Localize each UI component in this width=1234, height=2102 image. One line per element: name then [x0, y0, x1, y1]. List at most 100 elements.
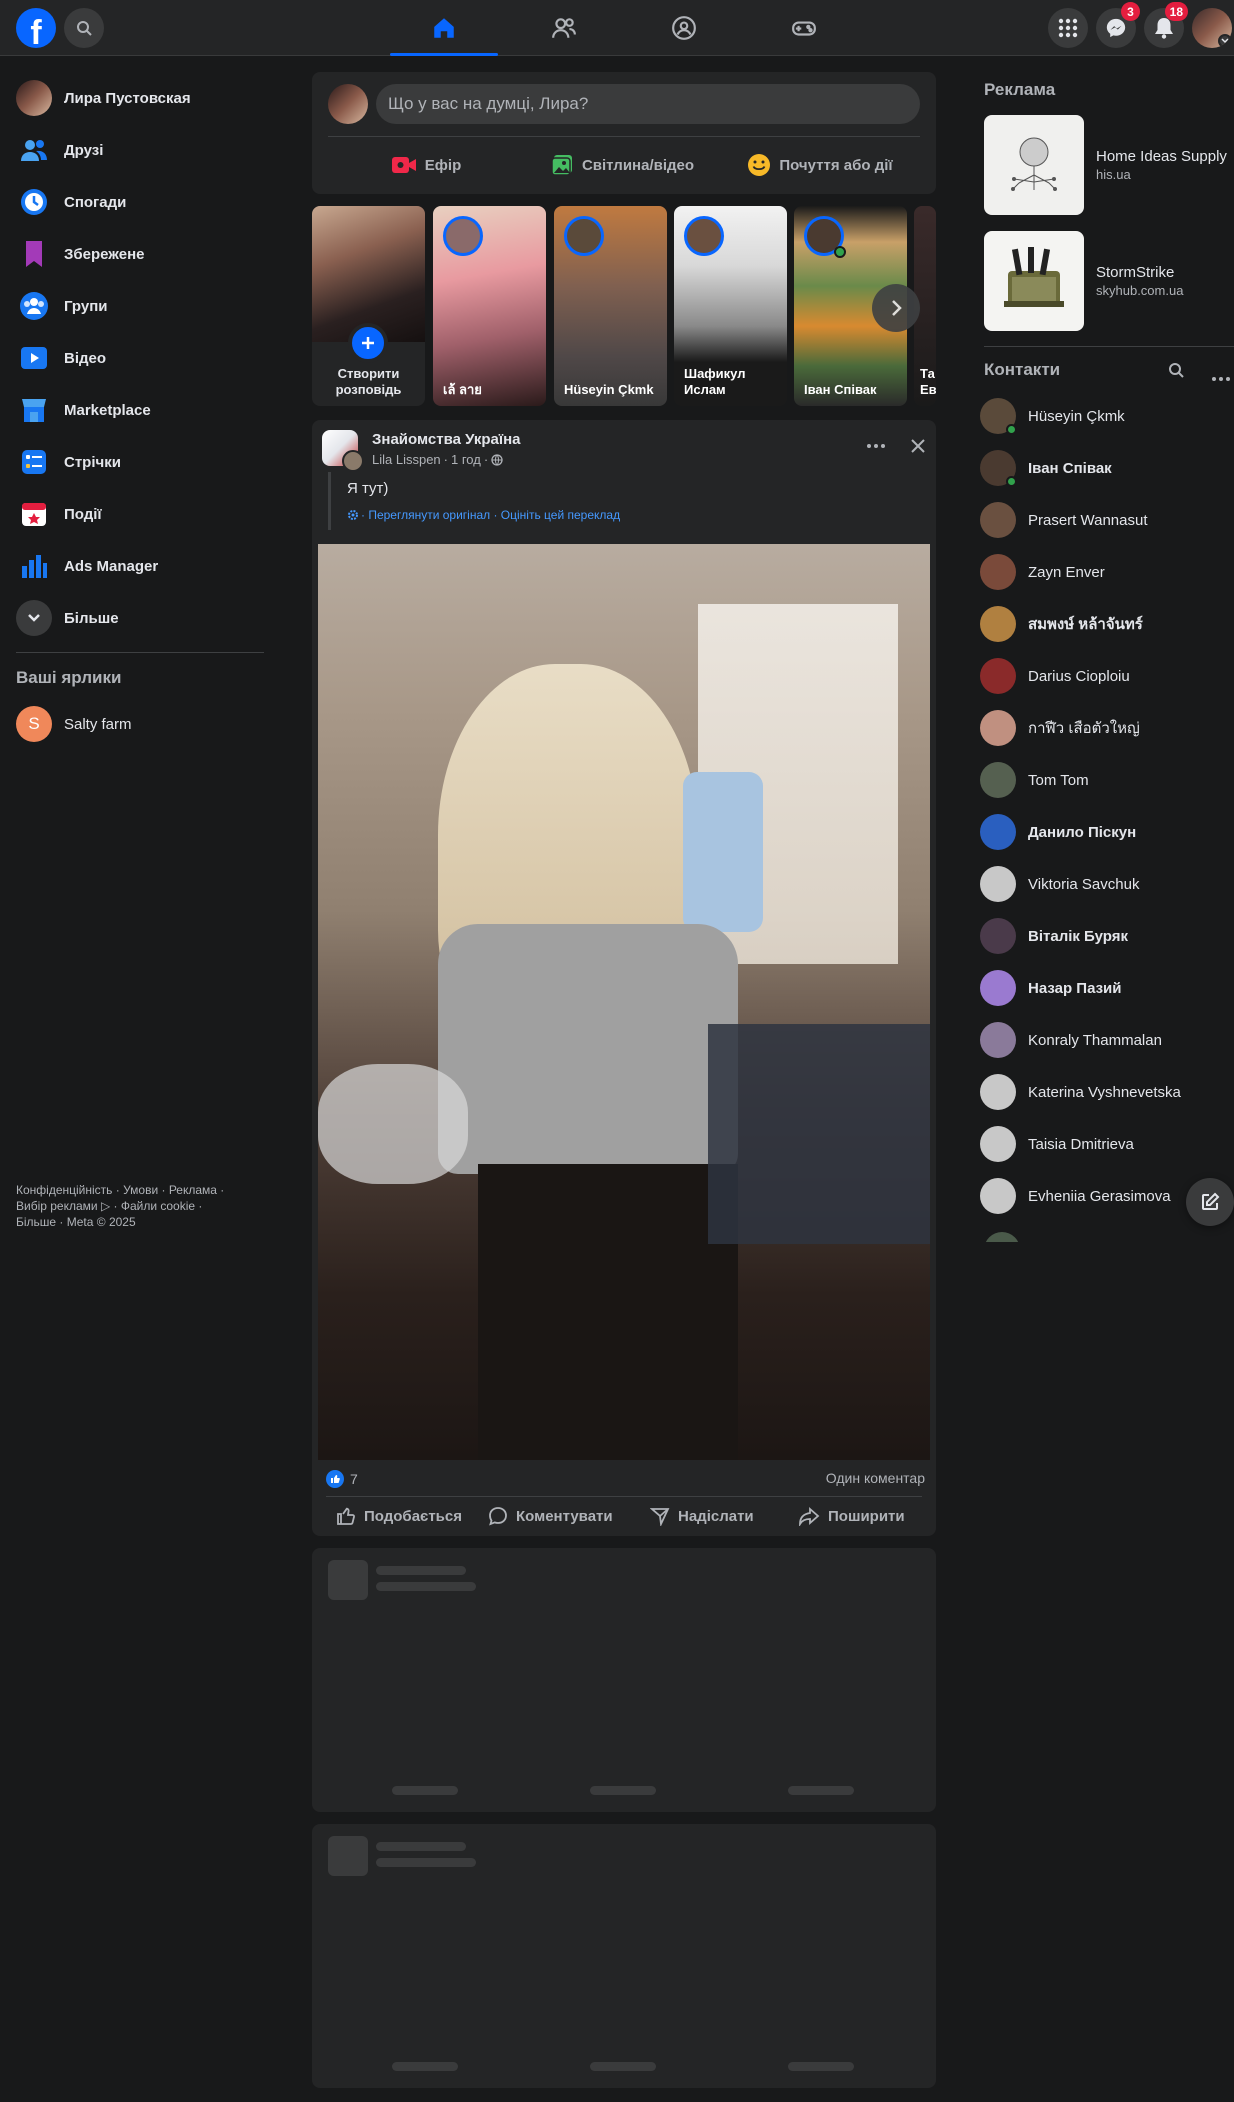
marketplace-icon	[22, 399, 46, 422]
contact-item[interactable]: Katerina Vyshnevetska	[980, 1066, 1234, 1118]
post-options-button[interactable]	[858, 428, 894, 464]
composer-input[interactable]: Що у вас на думці, Лира?	[376, 84, 920, 124]
photo-video-button[interactable]: Світлина/відео	[524, 145, 720, 185]
search-button[interactable]	[64, 8, 104, 48]
skeleton-line	[376, 1858, 476, 1867]
story-card[interactable]: Шафикул Ислам	[674, 206, 787, 406]
sidebar-profile[interactable]: Лира Пустовская	[8, 72, 270, 124]
create-story-card[interactable]: Створити розповідь	[312, 206, 425, 406]
online-indicator	[1006, 476, 1017, 487]
ad-item[interactable]: StormStrike skyhub.com.ua	[984, 230, 1234, 332]
contact-avatar	[980, 606, 1016, 642]
contact-item[interactable]: Іван Співак	[980, 442, 1234, 494]
contact-item[interactable]: Данило Піскун	[980, 806, 1234, 858]
contact-item[interactable]: Viktoria Savchuk	[980, 858, 1234, 910]
tab-home[interactable]	[390, 4, 498, 56]
footer-line[interactable]: Вибір реклами ▷ · Файли cookie ·	[16, 1198, 224, 1214]
menu-button[interactable]	[1048, 8, 1088, 48]
post-photo[interactable]	[318, 544, 930, 1460]
post-group-name[interactable]: Знайомства Україна	[372, 431, 521, 448]
footer-links[interactable]: Конфіденційність · Умови · Реклама · Виб…	[16, 1182, 224, 1230]
author-avatar[interactable]	[342, 450, 364, 472]
sidebar-item-marketplace[interactable]: Marketplace	[8, 384, 270, 436]
story-name: Hüseyin Çkmk	[564, 382, 654, 397]
live-video-button[interactable]: Ефір	[328, 145, 524, 185]
messenger-button[interactable]: 3	[1096, 2, 1140, 48]
contact-item[interactable]: Назар Пазий	[980, 962, 1234, 1014]
chevron-right-icon	[892, 300, 902, 316]
story-card[interactable]: เล้ ลาย	[433, 206, 546, 406]
ad-item[interactable]: Home Ideas Supply his.ua	[984, 114, 1234, 216]
gamepad-icon	[792, 21, 816, 36]
search-icon	[1169, 363, 1184, 378]
contact-avatar	[980, 1178, 1016, 1214]
translation-links[interactable]: · Переглянути оригінал · Оцініть цей пер…	[347, 508, 620, 522]
create-story-photo	[312, 206, 425, 342]
contact-item[interactable]: Віталік Буряк	[980, 910, 1234, 962]
contact-item[interactable]: สมพงษ์ หล้าจันทร์	[980, 598, 1234, 650]
contact-name: Evheniia Gerasimova	[1028, 1187, 1171, 1205]
sponsored-title: Реклама	[984, 80, 1056, 99]
reactions-summary[interactable]: 7	[326, 1470, 358, 1488]
new-message-button[interactable]	[1186, 1178, 1234, 1226]
share-button[interactable]: Поширити	[798, 1498, 905, 1534]
sidebar-item-more[interactable]: Більше	[8, 592, 270, 644]
comments-count[interactable]: Один коментар	[826, 1470, 925, 1486]
photo-pants	[478, 1164, 738, 1460]
profile-avatar	[16, 80, 52, 116]
sidebar-item-events[interactable]: Події	[8, 488, 270, 540]
comment-label: Коментувати	[516, 1507, 613, 1525]
contact-item[interactable]: Taisia Dmitrieva	[980, 1118, 1234, 1170]
notifications-badge: 18	[1164, 2, 1188, 21]
contact-name: Віталік Буряк	[1028, 927, 1129, 945]
story-card[interactable]: Hüseyin Çkmk	[554, 206, 667, 406]
post-author[interactable]: Lila Lisspen	[372, 452, 441, 467]
contact-item[interactable]: Konraly Thammalan	[980, 1014, 1234, 1066]
shortcuts-title: Ваші ярлики	[16, 668, 122, 687]
sidebar-item-video[interactable]: Відео	[8, 332, 270, 384]
composer-avatar	[328, 84, 368, 124]
tab-groups[interactable]	[630, 4, 738, 52]
footer-line[interactable]: Конфіденційність · Умови · Реклама ·	[16, 1182, 224, 1198]
facebook-logo[interactable]: f	[16, 8, 56, 48]
sidebar-item-friends[interactable]: Друзі	[8, 124, 270, 176]
contact-name: Taisia Dmitrieva	[1028, 1135, 1134, 1153]
comment-button[interactable]: Коментувати	[488, 1498, 613, 1534]
contact-item[interactable]: Zayn Enver	[980, 546, 1234, 598]
shortcut-salty-farm[interactable]: S Salty farm	[8, 698, 270, 750]
contact-item[interactable]: Darius Cioploiu	[980, 650, 1234, 702]
online-indicator	[1006, 424, 1017, 435]
post-time[interactable]: 1 год	[451, 452, 481, 467]
sidebar-item-ads-manager[interactable]: Ads Manager	[8, 540, 270, 592]
sidebar-item-saved[interactable]: Збережене	[8, 228, 270, 280]
contacts-options-button[interactable]	[1212, 368, 1230, 386]
footer-line[interactable]: Більше · Meta © 2025	[16, 1214, 224, 1230]
grid-menu-icon	[1058, 18, 1078, 38]
tab-gaming[interactable]	[750, 4, 858, 52]
contact-item[interactable]: กาฬีว เสือตัวใหญ่	[980, 702, 1234, 754]
search-contacts-button[interactable]	[1168, 362, 1184, 383]
sidebar-item-memories[interactable]: Спогади	[8, 176, 270, 228]
contact-avatar	[980, 658, 1016, 694]
story-avatar	[564, 216, 604, 256]
loading-post-placeholder	[312, 1548, 936, 1812]
hide-post-button[interactable]	[900, 428, 936, 464]
ad-domain: skyhub.com.ua	[1096, 283, 1184, 298]
like-button[interactable]: Подобається	[336, 1498, 462, 1534]
sidebar-item-label: Групи	[64, 297, 108, 315]
contact-avatar	[980, 1074, 1016, 1110]
sidebar-item-feeds[interactable]: Стрічки	[8, 436, 270, 488]
send-button[interactable]: Надіслати	[650, 1498, 754, 1534]
notifications-button[interactable]: 18	[1144, 2, 1188, 48]
feeling-activity-button[interactable]: Почуття або дії	[720, 145, 920, 185]
sidebar-item-groups[interactable]: Групи	[8, 280, 270, 332]
comment-bubble-icon	[489, 1507, 507, 1526]
account-avatar[interactable]	[1192, 8, 1232, 48]
contact-item[interactable]: Hüseyin Çkmk	[980, 390, 1234, 442]
translation-links-text[interactable]: · Переглянути оригінал · Оцініть цей пер…	[361, 508, 620, 522]
stories-next-button[interactable]	[872, 284, 920, 332]
tab-friends[interactable]	[510, 4, 618, 52]
contact-name: Tom Tom	[1028, 771, 1089, 789]
contact-item[interactable]: Prasert Wannasut	[980, 494, 1234, 546]
contact-item[interactable]: Tom Tom	[980, 754, 1234, 806]
